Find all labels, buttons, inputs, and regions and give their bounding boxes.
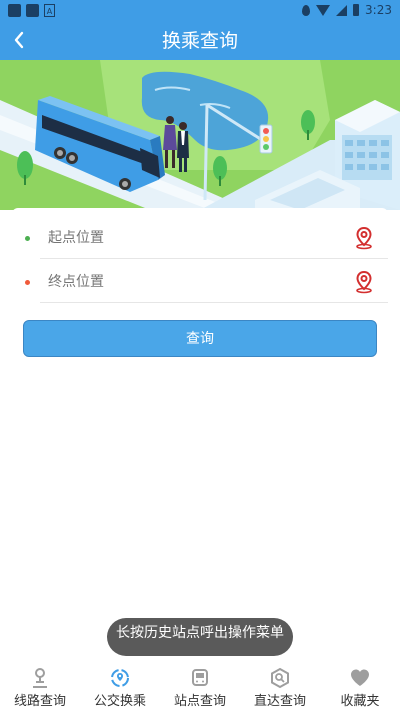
start-location-input[interactable] xyxy=(48,224,338,252)
nav-label: 线路查询 xyxy=(13,694,66,709)
notification-icons: A xyxy=(8,4,55,17)
bus-stop-icon xyxy=(189,667,211,689)
divider xyxy=(40,302,388,303)
city-bus-illustration xyxy=(0,60,400,210)
hero-illustration xyxy=(0,60,400,210)
notification-icon xyxy=(8,4,21,17)
bottom-nav: 线路查询 公交换乘 站点查询 直达查询 收藏夹 xyxy=(0,663,400,711)
nav-label: 收藏夹 xyxy=(340,694,380,709)
end-row xyxy=(12,260,388,304)
divider xyxy=(40,258,388,259)
nav-item-direct-query[interactable]: 直达查询 xyxy=(240,663,320,711)
notification-icon xyxy=(26,4,39,17)
clock: 3:23 xyxy=(365,3,392,17)
query-button[interactable]: 查询 xyxy=(23,320,377,357)
location-pin-icon[interactable] xyxy=(352,226,376,250)
battery-icon xyxy=(353,4,360,16)
title-bar: 换乘查询 xyxy=(0,22,400,60)
direct-search-icon xyxy=(269,667,291,689)
route-icon xyxy=(29,667,51,689)
nav-label: 直达查询 xyxy=(253,694,306,709)
nav-item-favorites[interactable]: 收藏夹 xyxy=(320,663,400,711)
nav-label: 站点查询 xyxy=(173,694,226,709)
heart-icon xyxy=(349,667,371,689)
wifi-icon xyxy=(316,4,331,16)
nav-item-route-query[interactable]: 线路查询 xyxy=(0,663,80,711)
system-status: 3:23 xyxy=(302,3,392,17)
route-form-card xyxy=(12,208,388,304)
toast-message: 长按历史站点呼出操作菜单 xyxy=(107,618,293,656)
page-title: 换乘查询 xyxy=(161,30,238,52)
nav-item-stop-query[interactable]: 站点查询 xyxy=(160,663,240,711)
end-dot-icon xyxy=(25,280,30,285)
start-dot-icon xyxy=(25,236,30,241)
location-pin-icon[interactable] xyxy=(352,270,376,294)
signal-icon xyxy=(336,4,348,16)
start-row xyxy=(12,216,388,260)
end-location-input[interactable] xyxy=(48,268,338,296)
location-icon xyxy=(302,4,311,16)
transfer-icon xyxy=(109,667,131,689)
status-bar: A 3:23 xyxy=(0,0,400,22)
text-notification-icon: A xyxy=(44,4,55,17)
nav-label: 公交换乘 xyxy=(93,694,146,709)
nav-item-bus-transfer[interactable]: 公交换乘 xyxy=(80,663,160,711)
